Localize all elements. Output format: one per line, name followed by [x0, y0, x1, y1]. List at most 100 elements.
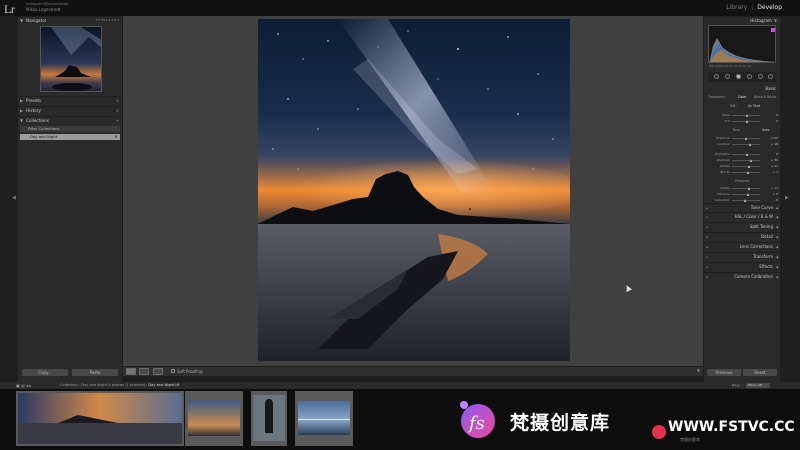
add-preset-button[interactable]: +: [116, 98, 119, 103]
photo-canvas[interactable]: [123, 16, 703, 366]
hsl-section[interactable]: ◂ HSL / Color / B & W ◀: [704, 212, 780, 220]
blacks-slider[interactable]: Blacks + 7: [708, 170, 778, 175]
slider-track[interactable]: [732, 159, 760, 162]
slider-track[interactable]: [732, 193, 760, 196]
effects-section[interactable]: ◂ Effects ◀: [704, 262, 780, 270]
previous-button[interactable]: Previous: [707, 369, 741, 376]
histogram-header[interactable]: Histogram ▼: [704, 16, 780, 24]
tint-slider[interactable]: Tint 0: [708, 119, 778, 124]
slider-knob[interactable]: [745, 137, 747, 140]
collapse-triangle-icon[interactable]: ▼: [774, 18, 777, 23]
slider-knob[interactable]: [746, 114, 748, 117]
slider-track[interactable]: [732, 120, 760, 123]
slider-track[interactable]: [732, 165, 760, 168]
slider-knob[interactable]: [746, 153, 748, 156]
clarity-slider[interactable]: Clarity + 11: [708, 186, 778, 191]
tone-curve-section[interactable]: ◂ Tone Curve ◀: [704, 203, 780, 211]
slider-value[interactable]: + 18: [771, 142, 778, 146]
panel-toggle-icon[interactable]: ◂: [706, 263, 708, 271]
slider-knob[interactable]: [746, 120, 748, 123]
graduated-filter-icon[interactable]: [747, 74, 752, 79]
slider-track[interactable]: [732, 153, 760, 156]
red-eye-icon[interactable]: [736, 74, 741, 79]
slider-knob[interactable]: [750, 159, 752, 162]
panel-toggle-icon[interactable]: ◂: [706, 233, 708, 241]
filter-dropdown[interactable]: Filters Off: [746, 383, 770, 388]
exposure-slider[interactable]: Exposure – 0.20: [708, 136, 778, 141]
transform-section[interactable]: ◂ Transform ◀: [704, 252, 780, 260]
panel-toggle-icon[interactable]: ◂: [706, 253, 708, 261]
copy-settings-button[interactable]: Copy...: [22, 369, 68, 376]
add-collection-button[interactable]: +: [116, 118, 119, 123]
collection-item[interactable]: Day and Night 8: [20, 134, 120, 140]
right-panel-toggle-icon[interactable]: ▶: [785, 195, 789, 201]
expand-triangle-icon[interactable]: ◀: [776, 253, 778, 261]
collapse-triangle-icon[interactable]: ▼: [20, 18, 23, 23]
slider-value[interactable]: + 7: [773, 170, 778, 174]
spot-removal-icon[interactable]: [725, 74, 730, 79]
expand-triangle-icon[interactable]: ◀: [776, 213, 778, 221]
expand-triangle-icon[interactable]: ◀: [776, 243, 778, 251]
camera-calibration-section[interactable]: ◂ Camera Calibration ◀: [704, 272, 780, 280]
navigator-header[interactable]: ▼ Navigator FIT FILL 1:1 3:1: [18, 16, 122, 24]
slider-value[interactable]: – 0.20: [769, 136, 778, 140]
slider-knob[interactable]: [747, 193, 749, 196]
expand-triangle-icon[interactable]: ◀: [776, 223, 778, 231]
collections-header[interactable]: ▼ Collections +: [18, 116, 122, 124]
treatment-bw[interactable]: Black & White: [754, 95, 776, 99]
before-after-split-icon[interactable]: [153, 368, 163, 375]
detail-section[interactable]: ◂ Detail ◀: [704, 232, 780, 240]
adjustment-brush-icon[interactable]: [768, 74, 773, 79]
filmstrip-thumbnail[interactable]: [295, 391, 353, 446]
panel-toggle-icon[interactable]: ◂: [706, 273, 708, 281]
contrast-slider[interactable]: Contrast + 18: [708, 142, 778, 147]
slider-value[interactable]: + 6: [773, 192, 778, 196]
filmstrip-thumbnail[interactable]: [185, 391, 243, 446]
slider-value[interactable]: + 30: [771, 158, 778, 162]
slider-knob[interactable]: [748, 187, 750, 190]
slider-value[interactable]: 0: [776, 119, 778, 123]
vibrance-slider[interactable]: Vibrance + 6: [708, 192, 778, 197]
lens-corrections-section[interactable]: ◂ Lens Corrections ◀: [704, 242, 780, 250]
filmstrip-source[interactable]: Collection : Day and Night 8 photos /1 s…: [60, 383, 179, 387]
wb-dropdown[interactable]: As Shot: [748, 104, 760, 108]
panel-toggle-icon[interactable]: ◂: [706, 223, 708, 231]
tone-auto-button[interactable]: Auto: [762, 128, 769, 132]
split-toning-section[interactable]: ◂ Split Toning ◀: [704, 222, 780, 230]
paste-settings-button[interactable]: Paste: [72, 369, 118, 376]
filter-collections-field[interactable]: Filter Collections: [20, 126, 120, 132]
reset-button[interactable]: Reset: [743, 369, 777, 376]
slider-value[interactable]: + 11: [771, 186, 778, 190]
expand-triangle-icon[interactable]: ◀: [776, 204, 778, 212]
collapse-triangle-icon[interactable]: ▼: [20, 118, 23, 123]
slider-track[interactable]: [732, 187, 760, 190]
treatment-color[interactable]: Color: [738, 95, 746, 99]
crop-tool-icon[interactable]: [714, 74, 719, 79]
temp-slider[interactable]: Temp 0: [708, 113, 778, 118]
panel-toggle-icon[interactable]: ◂: [706, 243, 708, 251]
shadows-slider[interactable]: Shadows + 30: [708, 158, 778, 163]
slider-track[interactable]: [732, 171, 760, 174]
module-develop[interactable]: Develop: [757, 4, 782, 11]
clear-history-button[interactable]: ×: [116, 108, 119, 113]
slider-track[interactable]: [732, 137, 760, 140]
loupe-view-icon[interactable]: [126, 368, 136, 375]
navigator-preview[interactable]: [40, 26, 102, 92]
filmstrip-thumbnail[interactable]: [16, 391, 184, 446]
slider-knob[interactable]: [749, 143, 751, 146]
histogram-graph[interactable]: [708, 25, 776, 63]
radial-filter-icon[interactable]: [758, 74, 763, 79]
presets-header[interactable]: ▶ Presets +: [18, 96, 122, 104]
slider-track[interactable]: [732, 143, 760, 146]
before-after-icon[interactable]: [139, 368, 149, 375]
slider-track[interactable]: [732, 114, 760, 117]
left-panel-toggle-icon[interactable]: ◀: [12, 195, 16, 201]
filmstrip-nav-icons[interactable]: ▣ ▤ ◂ ▸: [16, 383, 31, 388]
slider-knob[interactable]: [748, 165, 750, 168]
expand-triangle-icon[interactable]: ▶: [20, 98, 23, 103]
expand-triangle-icon[interactable]: ◀: [776, 273, 778, 281]
basic-panel-title[interactable]: Basic: [704, 85, 780, 92]
panel-toggle-icon[interactable]: ◂: [706, 213, 708, 221]
slider-value[interactable]: 0: [776, 152, 778, 156]
slider-knob[interactable]: [744, 199, 746, 202]
